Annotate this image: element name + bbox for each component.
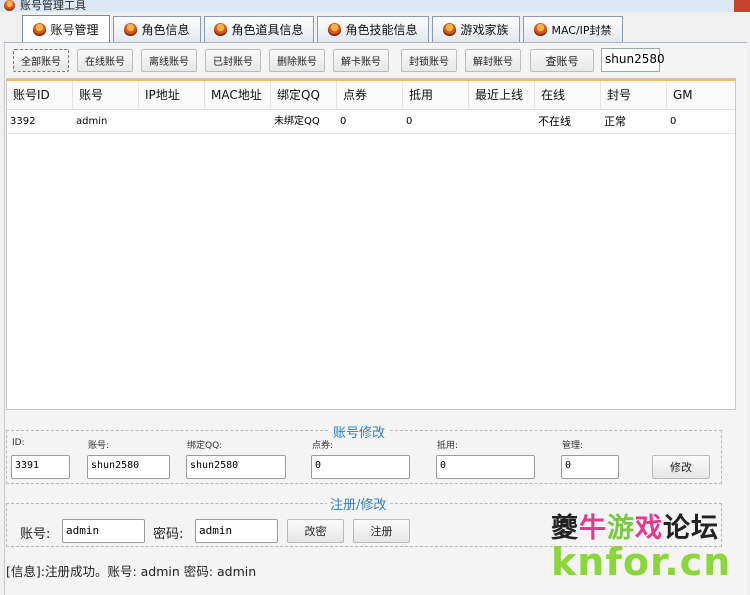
cell-gm: 0 <box>670 116 677 127</box>
column-header[interactable]: 在线 <box>535 81 601 109</box>
column-header[interactable]: 账号 <box>73 81 139 109</box>
tab-role-info[interactable]: 角色信息 <box>113 16 201 42</box>
window-title: 账号管理工具 <box>20 0 86 12</box>
online-accounts-button[interactable]: 在线账号 <box>77 49 133 72</box>
tab-label: 角色技能信息 <box>345 23 418 37</box>
change-password-button[interactable]: 改密 <box>287 519 344 543</box>
unban-account-button[interactable]: 解封账号 <box>465 49 521 72</box>
table-row[interactable]: 3392 admin 未绑定QQ 0 0 不在线 正常 0 <box>7 111 735 134</box>
close-icon[interactable] <box>734 0 750 12</box>
field-label-id: ID: <box>12 438 25 448</box>
cell-online: 不在线 <box>538 115 571 128</box>
field-label-account: 账号: <box>88 441 110 451</box>
register-password-input[interactable]: admin <box>195 519 278 543</box>
column-header[interactable]: 封号 <box>601 81 667 109</box>
cell-account-id: 3392 <box>10 116 36 127</box>
voucher-field[interactable]: 0 <box>436 455 535 479</box>
tab-account-management[interactable]: 账号管理 <box>22 15 110 43</box>
column-header[interactable]: IP地址 <box>139 81 205 109</box>
accounts-table: 账号ID 账号 IP地址 MAC地址 绑定QQ 点券 抵用 最近上线 在线 封号… <box>6 78 736 410</box>
tab-icon <box>328 23 342 36</box>
column-header[interactable]: 绑定QQ <box>271 81 337 109</box>
title-bar: 账号管理工具 <box>0 0 750 12</box>
table-header: 账号ID 账号 IP地址 MAC地址 绑定QQ 点券 抵用 最近上线 在线 封号… <box>7 81 735 110</box>
account-edit-title: 账号修改 <box>330 422 389 441</box>
search-input[interactable]: shun2580 <box>601 48 665 72</box>
tab-label: MAC/IP封禁 <box>551 23 612 37</box>
points-field[interactable]: 0 <box>311 455 410 479</box>
cell-ip <box>139 111 142 133</box>
delete-account-button[interactable]: 删除账号 <box>269 49 325 72</box>
cell-account: admin <box>76 116 108 127</box>
field-label-admin: 管理: <box>562 441 584 451</box>
register-title: 注册/修改 <box>327 494 390 513</box>
cell-mac <box>205 111 208 133</box>
all-accounts-button[interactable]: 全部账号 <box>13 49 69 72</box>
cell-qq: 未绑定QQ <box>274 116 320 127</box>
tab-label: 账号管理 <box>50 23 99 37</box>
admin-field[interactable]: 0 <box>561 455 619 479</box>
field-label-qq: 绑定QQ: <box>187 441 223 451</box>
field-label-points: 点券: <box>312 441 334 451</box>
column-header[interactable]: 最近上线 <box>469 81 535 109</box>
column-header[interactable]: MAC地址 <box>205 81 271 109</box>
watermark-en: knfor.cn <box>551 540 732 584</box>
register-account-label: 账号: <box>20 527 51 542</box>
unstuck-account-button[interactable]: 解卡账号 <box>333 49 389 72</box>
field-label-voucher: 抵用: <box>437 441 459 451</box>
cell-banned: 正常 <box>604 115 626 128</box>
tab-role-items[interactable]: 角色道具信息 <box>204 16 314 42</box>
column-header[interactable]: 账号ID <box>7 81 73 109</box>
tab-label: 游戏家族 <box>460 23 509 37</box>
cell-voucher: 0 <box>406 116 413 127</box>
register-password-label: 密码: <box>153 527 184 542</box>
account-field[interactable]: shun2580 <box>87 455 170 479</box>
id-field[interactable]: 3391 <box>11 455 70 479</box>
modify-button[interactable]: 修改 <box>652 455 710 479</box>
offline-accounts-button[interactable]: 离线账号 <box>141 49 197 72</box>
find-account-button[interactable]: 查账号 <box>530 49 594 72</box>
register-account-input[interactable]: admin <box>62 519 145 543</box>
app-icon <box>4 0 15 11</box>
watermark: 夔牛游戏论坛 knfor.cn <box>551 502 741 584</box>
register-button[interactable]: 注册 <box>353 519 410 543</box>
lock-account-button[interactable]: 封锁账号 <box>401 49 457 72</box>
status-message: [信息]:注册成功。账号: admin 密码: admin <box>6 564 257 579</box>
column-header[interactable]: GM <box>667 81 735 109</box>
tab-icon <box>443 23 457 36</box>
qq-field[interactable]: shun2580 <box>186 455 286 479</box>
cell-last-online <box>469 111 472 133</box>
tab-mac-ip-ban[interactable]: MAC/IP封禁 <box>523 16 623 42</box>
tab-label: 角色信息 <box>141 23 190 37</box>
tab-icon <box>214 23 228 36</box>
column-header[interactable]: 点券 <box>337 81 403 109</box>
tab-icon <box>33 23 47 36</box>
column-header[interactable]: 抵用 <box>403 81 469 109</box>
tab-role-skills[interactable]: 角色技能信息 <box>317 16 429 42</box>
banned-accounts-button[interactable]: 已封账号 <box>205 49 261 72</box>
tab-icon <box>534 23 548 36</box>
tab-game-family[interactable]: 游戏家族 <box>432 16 520 42</box>
tab-icon <box>124 23 138 36</box>
tab-label: 角色道具信息 <box>231 23 304 37</box>
cell-points: 0 <box>340 116 347 127</box>
